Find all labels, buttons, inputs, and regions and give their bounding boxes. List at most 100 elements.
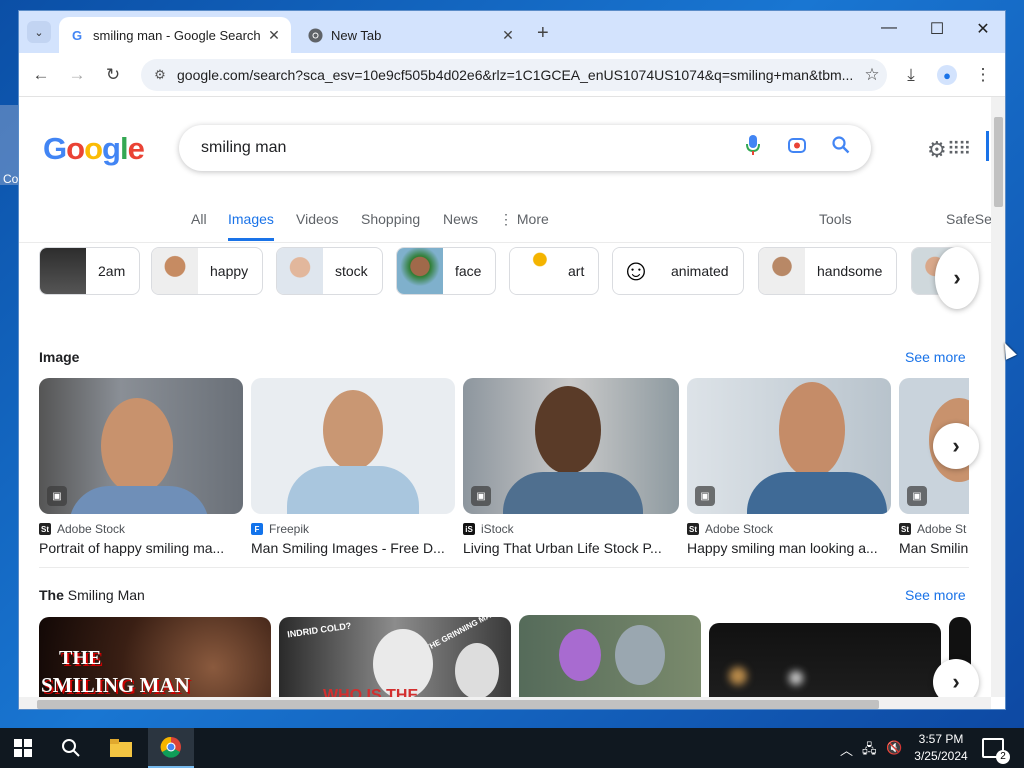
- tab-more[interactable]: ⋮ More: [499, 211, 549, 228]
- chips-next-button[interactable]: ›: [935, 247, 979, 309]
- close-tab-icon[interactable]: ✕: [497, 27, 519, 44]
- result-image[interactable]: ▣: [463, 378, 679, 514]
- tab-news[interactable]: News: [443, 211, 478, 227]
- lens-camera-icon[interactable]: [775, 135, 819, 161]
- vertical-scrollbar[interactable]: [991, 97, 1005, 697]
- google-logo[interactable]: Google: [43, 131, 145, 167]
- image-result[interactable]: ▣ St Adobe Stock Happy smiling man lookin…: [687, 378, 891, 556]
- maximize-button[interactable]: ☐: [925, 19, 949, 39]
- search-icon[interactable]: [48, 728, 94, 768]
- scrollbar-thumb[interactable]: [994, 117, 1003, 207]
- browser-toolbar: ← → ↻ ⚙ google.com/search?sca_esv=10e9cf…: [19, 53, 1005, 97]
- download-icon[interactable]: ⤓: [899, 63, 923, 87]
- result-caption[interactable]: Portrait of happy smiling ma...: [39, 540, 243, 556]
- result-image[interactable]: [251, 378, 455, 514]
- image-result[interactable]: F Freepik Man Smiling Images - Free D...: [251, 378, 455, 556]
- show-hidden-icons[interactable]: ︿: [840, 740, 853, 759]
- tab-all[interactable]: All: [191, 211, 207, 227]
- chip-handsome[interactable]: handsome: [758, 247, 898, 295]
- new-tab-button[interactable]: +: [537, 22, 549, 45]
- more-dots-icon: ⋮: [499, 211, 513, 227]
- tools-button[interactable]: Tools: [819, 211, 852, 227]
- clock-date: 3/25/2024: [914, 749, 968, 763]
- settings-gear-icon[interactable]: ⚙: [927, 137, 947, 163]
- chip-animated[interactable]: ☺ animated: [612, 247, 744, 295]
- microphone-icon[interactable]: [731, 135, 775, 161]
- see-more-link[interactable]: See more: [905, 349, 966, 365]
- result-source[interactable]: St Adobe Stock: [39, 522, 243, 536]
- chip-face[interactable]: face: [396, 247, 497, 295]
- google-favicon-icon: G: [71, 27, 83, 43]
- logo-letter: e: [127, 131, 145, 166]
- tab-search-button[interactable]: ⌄: [27, 21, 51, 43]
- result-caption[interactable]: Happy smiling man looking a...: [687, 540, 891, 556]
- image-result[interactable]: ▣ iS iStock Living That Urban Life Stock …: [463, 378, 679, 556]
- tab-google-search[interactable]: G smiling man - Google Search ✕: [59, 17, 291, 53]
- image-result[interactable]: ▣ St Adobe Stock Portrait of happy smilin…: [39, 378, 243, 556]
- safesearch-button[interactable]: SafeSe: [946, 211, 991, 227]
- result-caption[interactable]: Living That Urban Life Stock P...: [463, 540, 679, 556]
- start-button[interactable]: [0, 728, 46, 768]
- section-title-smiling-man: The Smiling Man: [39, 587, 145, 603]
- google-apps-icon[interactable]: ⠿⠿: [947, 139, 971, 160]
- refinement-chips: 2am happy stock face art ☺ animated hand…: [39, 247, 989, 297]
- video-result[interactable]: INDRID COLD? THE GRINNING MAN? WHO IS TH…: [279, 617, 511, 697]
- browser-menu-icon[interactable]: ⋮: [971, 63, 995, 87]
- video-result[interactable]: [709, 623, 941, 697]
- images-next-button[interactable]: ›: [933, 423, 979, 469]
- site-info-icon[interactable]: ⚙: [149, 67, 171, 83]
- horizontal-scrollbar[interactable]: [19, 697, 991, 709]
- search-nav-tabs: All Images Videos Shopping News ⋮ More T…: [19, 197, 991, 243]
- videos-next-button[interactable]: ›: [933, 659, 979, 697]
- close-tab-icon[interactable]: ✕: [263, 27, 285, 44]
- result-source[interactable]: St Adobe St: [899, 522, 969, 536]
- volume-muted-icon[interactable]: 🔇: [886, 740, 902, 756]
- file-explorer-icon[interactable]: [98, 728, 144, 768]
- forward-button[interactable]: →: [65, 63, 89, 87]
- search-box[interactable]: [179, 125, 871, 171]
- search-icon[interactable]: [819, 136, 863, 160]
- video-result[interactable]: THE SMILING MAN: [39, 617, 271, 697]
- tab-shopping[interactable]: Shopping: [361, 211, 420, 227]
- result-image[interactable]: ▣: [687, 378, 891, 514]
- chip-thumbnail: [277, 248, 323, 294]
- bookmark-star-icon[interactable]: ☆: [857, 65, 887, 85]
- reload-button[interactable]: ↻: [101, 63, 125, 87]
- chip-label: happy: [210, 263, 249, 279]
- source-favicon-icon: St: [687, 523, 699, 535]
- result-caption[interactable]: Man Smilin: [899, 540, 969, 556]
- image-badge-icon: ▣: [907, 486, 927, 506]
- chip-thumbnail: [152, 248, 198, 294]
- minimize-button[interactable]: —: [877, 19, 901, 37]
- url-text[interactable]: google.com/search?sca_esv=10e9cf505b4d02…: [177, 67, 857, 83]
- search-input[interactable]: [201, 139, 731, 157]
- source-favicon-icon: F: [251, 523, 263, 535]
- tab-videos[interactable]: Videos: [296, 211, 339, 227]
- address-bar[interactable]: ⚙ google.com/search?sca_esv=10e9cf505b4d…: [141, 59, 887, 91]
- profile-avatar[interactable]: ●: [935, 63, 959, 87]
- video-result[interactable]: [519, 615, 701, 697]
- result-caption[interactable]: Man Smiling Images - Free D...: [251, 540, 455, 556]
- result-source[interactable]: iS iStock: [463, 522, 679, 536]
- tab-images[interactable]: Images: [228, 211, 274, 241]
- close-window-button[interactable]: ✕: [971, 19, 995, 39]
- see-more-link[interactable]: See more: [905, 587, 966, 603]
- system-clock[interactable]: 3:57 PM 3/25/2024: [908, 731, 974, 765]
- chrome-taskbar-icon[interactable]: [148, 728, 194, 768]
- sign-in-button-edge[interactable]: [986, 131, 989, 161]
- chip-stock[interactable]: stock: [276, 247, 383, 295]
- result-source[interactable]: F Freepik: [251, 522, 455, 536]
- chip-art[interactable]: art: [509, 247, 600, 295]
- result-source[interactable]: St Adobe Stock: [687, 522, 891, 536]
- smiley-thumbnail-icon: ☺: [613, 248, 659, 294]
- scrollbar-thumb[interactable]: [37, 700, 879, 709]
- chip-happy[interactable]: happy: [151, 247, 264, 295]
- notification-count: 2: [996, 750, 1010, 764]
- tab-new-tab[interactable]: New Tab ✕: [297, 17, 525, 53]
- network-icon[interactable]: 🖧: [862, 740, 877, 762]
- chip-2am[interactable]: 2am: [39, 247, 141, 295]
- notifications-icon[interactable]: 2: [982, 738, 1010, 764]
- back-button[interactable]: ←: [29, 63, 53, 87]
- result-image[interactable]: ▣: [39, 378, 243, 514]
- chip-label: handsome: [817, 263, 883, 279]
